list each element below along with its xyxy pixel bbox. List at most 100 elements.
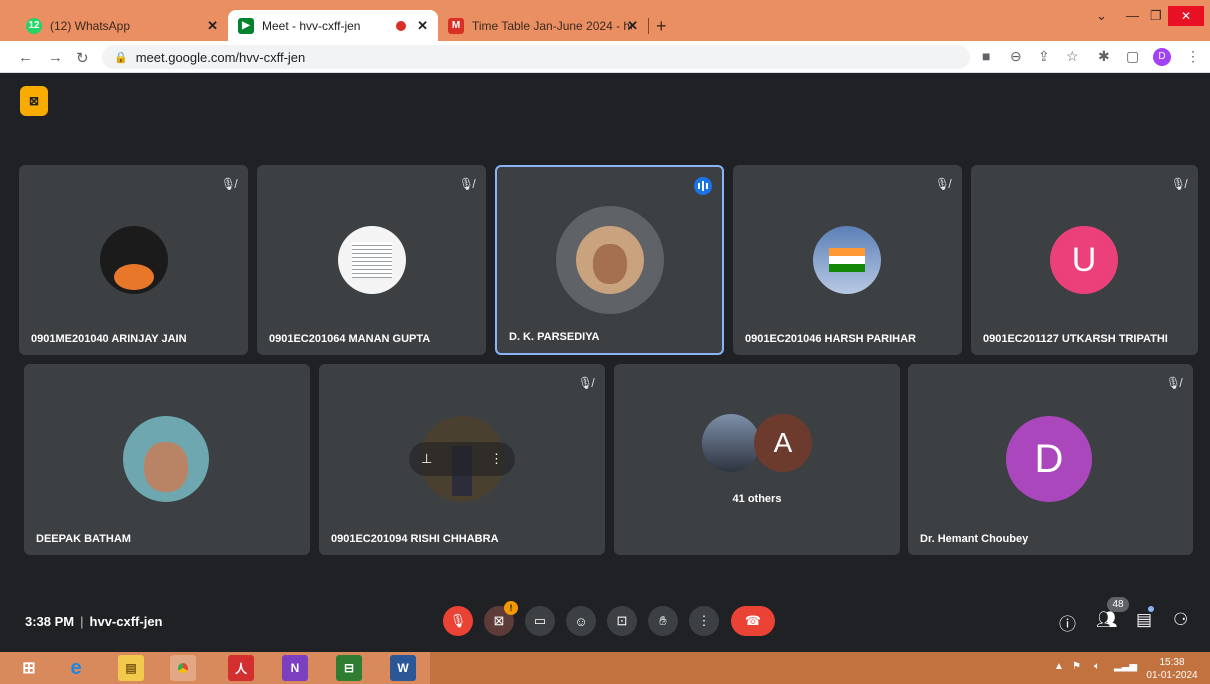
participant-tile[interactable]: 🎙︎̸ 0901EC201046 HARSH PARIHAR: [733, 165, 962, 355]
tab-title: (12) WhatsApp: [50, 18, 131, 33]
side-panel-icon[interactable]: ▢: [1126, 48, 1139, 65]
more-options-icon[interactable]: ⋮: [490, 451, 503, 467]
avatar: [338, 226, 406, 294]
mic-off-icon: 🎙︎̸: [577, 376, 593, 390]
internet-explorer-icon[interactable]: e: [63, 655, 89, 681]
people-icon[interactable]: 👥︎: [1096, 610, 1118, 630]
clock-time: 15:38: [1159, 657, 1185, 668]
avatar: [813, 226, 881, 294]
share-icon[interactable]: ⇪: [1038, 48, 1050, 65]
tray-arrow-icon[interactable]: ▲: [1054, 661, 1064, 672]
back-icon[interactable]: ←: [18, 49, 33, 66]
menu-icon[interactable]: ⋮: [1186, 48, 1200, 65]
tab-separator: [648, 18, 649, 34]
maximize-button[interactable]: ❐: [1150, 8, 1162, 24]
camera-off-icon[interactable]: ⊠!: [484, 601, 518, 636]
onenote-icon[interactable]: N: [282, 655, 308, 681]
captions-icon[interactable]: ▭: [525, 606, 555, 636]
participant-tile[interactable]: 🎙︎̸ 0901ME201040 ARINJAY JAIN: [19, 165, 248, 355]
participant-tile[interactable]: 🎙︎̸ 0901EC201064 MANAN GUPTA: [257, 165, 486, 355]
participant-name: DEEPAK BATHAM: [36, 533, 131, 545]
taskbar-clock[interactable]: 15:38 01-01-2024: [1144, 656, 1200, 682]
camera-icon[interactable]: ■: [982, 48, 990, 64]
acrobat-icon[interactable]: 人: [228, 655, 254, 681]
url-text: meet.google.com/hvv-cxff-jen: [135, 49, 306, 65]
file-explorer-icon[interactable]: ▤: [118, 655, 144, 681]
meeting-time: 3:38 PM: [25, 614, 75, 629]
participant-tile[interactable]: 🎙︎̸ U 0901EC201127 UTKARSH TRIPATHI: [971, 165, 1198, 355]
others-count: 41 others: [732, 493, 782, 505]
chat-notification-dot: [1148, 606, 1154, 612]
chat-icon[interactable]: ▤: [1136, 610, 1152, 630]
avatar: [100, 226, 168, 294]
others-avatar: [702, 414, 760, 472]
mic-off-icon: 🎙︎̸: [1170, 177, 1186, 191]
pin-icon[interactable]: ⊥: [421, 451, 432, 467]
flag-icon[interactable]: ⚑: [1072, 661, 1081, 672]
hang-up-icon[interactable]: ☎︎: [731, 606, 775, 636]
minimize-button[interactable]: —: [1126, 8, 1139, 23]
info-icon[interactable]: ⓘ: [1059, 610, 1076, 635]
new-tab-button[interactable]: +: [656, 16, 667, 37]
bookmark-star-icon[interactable]: ☆: [1066, 48, 1079, 65]
meet-stage: ⊠ 🎙︎̸ 0901ME201040 ARINJAY JAIN 🎙︎̸ 0901…: [0, 74, 1210, 652]
mic-off-icon: 🎙︎̸: [934, 177, 950, 191]
browser-tab-bar: 12 (12) WhatsApp ✕ ▶ Meet - hvv-cxff-jen…: [0, 0, 1210, 41]
present-icon[interactable]: ⊡: [607, 606, 637, 636]
close-tab-icon[interactable]: ✕: [627, 18, 638, 34]
participant-tile-speaking[interactable]: D. K. PARSEDIYA: [495, 165, 724, 355]
avatar-initial: D: [1034, 436, 1064, 481]
signal-icon[interactable]: ▂▃▅: [1114, 661, 1137, 672]
meeting-details: 3:38 PM | hvv-cxff-jen: [25, 614, 163, 629]
more-icon[interactable]: ⋮: [689, 606, 719, 636]
tab-timetable[interactable]: M Time Table Jan-June 2024 - hema ✕: [438, 10, 648, 41]
gmail-icon: M: [448, 17, 464, 34]
tab-meet[interactable]: ▶ Meet - hvv-cxff-jen ✕: [228, 10, 438, 41]
participant-name: D. K. PARSEDIYA: [509, 331, 600, 343]
avatar: [576, 226, 644, 294]
emoji-icon[interactable]: ☺: [566, 606, 596, 636]
others-tile[interactable]: A 41 others: [614, 364, 900, 555]
avatar: U: [1050, 226, 1118, 294]
avatar: [123, 416, 209, 502]
taskbar-empty-area: [430, 652, 1210, 684]
mic-off-icon: 🎙︎̸: [220, 177, 236, 191]
volume-icon[interactable]: 🔈︎: [1094, 661, 1100, 672]
tab-whatsapp[interactable]: 12 (12) WhatsApp ✕: [16, 10, 228, 41]
tab-title: Time Table Jan-June 2024 - hema: [472, 18, 632, 33]
close-tab-icon[interactable]: ✕: [417, 18, 428, 34]
window-close-button[interactable]: ✕: [1168, 6, 1204, 26]
windows-start-icon[interactable]: ⊞: [16, 655, 42, 681]
meeting-code: hvv-cxff-jen: [89, 614, 163, 629]
url-input[interactable]: 🔒 meet.google.com/hvv-cxff-jen: [102, 45, 970, 69]
recording-icon: [396, 20, 406, 31]
reload-icon[interactable]: ↻: [76, 49, 89, 67]
others-avatar: A: [754, 414, 812, 472]
meet-icon: ▶: [238, 17, 254, 34]
participant-tile[interactable]: 🎙︎̸ D Dr. Hemant Choubey: [908, 364, 1193, 555]
participant-name: 0901EC201094 RISHI CHHABRA: [331, 533, 499, 545]
participant-tile[interactable]: 🎙︎̸ ⊥ ⋮ 0901EC201094 RISHI CHHABRA: [319, 364, 605, 555]
word-icon[interactable]: W: [390, 655, 416, 681]
meet-control-bar: 3:38 PM | hvv-cxff-jen 🎙︎ ⊠! ▭ ☺ ⊡ ✋︎ ⋮ ☎︎…: [0, 597, 1210, 652]
mic-off-icon[interactable]: 🎙︎: [443, 606, 473, 636]
raise-hand-icon[interactable]: ✋︎: [648, 606, 678, 636]
forward-icon[interactable]: →: [48, 49, 63, 66]
participant-tile[interactable]: DEEPAK BATHAM: [24, 364, 310, 555]
tab-title: Meet - hvv-cxff-jen: [262, 18, 361, 33]
activities-icon[interactable]: ⚆: [1173, 610, 1188, 630]
warning-badge: !: [504, 601, 518, 615]
store-icon[interactable]: ⊟: [336, 655, 362, 681]
mic-off-icon: 🎙︎̸: [458, 177, 474, 191]
close-tab-icon[interactable]: ✕: [207, 18, 218, 34]
captions-off-badge-icon[interactable]: ⊠: [20, 86, 48, 116]
tab-search-icon[interactable]: ⌄: [1096, 8, 1107, 24]
participant-name: 0901EC201046 HARSH PARIHAR: [745, 333, 916, 345]
extensions-icon[interactable]: ✱: [1098, 48, 1110, 65]
participant-name: Dr. Hemant Choubey: [920, 533, 1029, 545]
speaking-indicator-icon: [694, 177, 712, 195]
chrome-icon[interactable]: [170, 655, 196, 681]
zoom-icon[interactable]: ⊖: [1010, 48, 1022, 65]
address-bar: ← → ↻ 🔒 meet.google.com/hvv-cxff-jen ■ ⊖…: [0, 41, 1210, 73]
profile-avatar[interactable]: D: [1153, 48, 1171, 66]
